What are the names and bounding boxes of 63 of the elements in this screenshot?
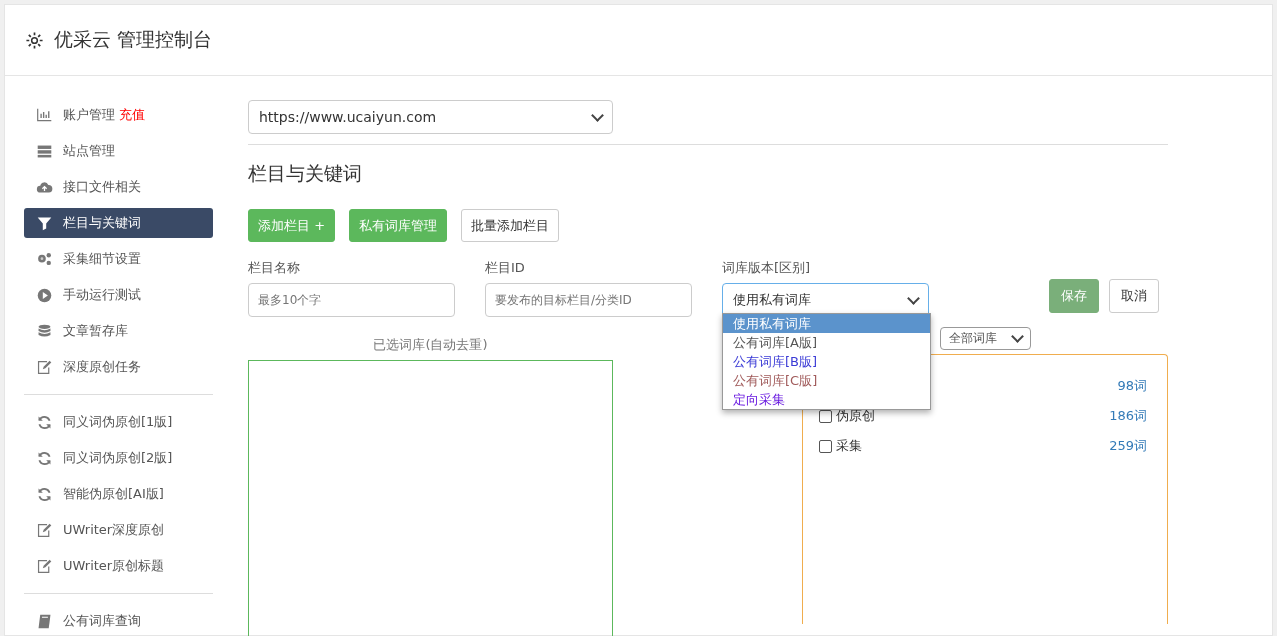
- field-label: 栏目ID: [485, 259, 526, 277]
- edit-icon: [36, 358, 53, 376]
- sidebar-item[interactable]: 手动运行测试: [24, 280, 213, 310]
- sidebar-item[interactable]: 智能伪原创[AI版]: [24, 479, 213, 509]
- item-label: UWriter原创标题: [63, 557, 165, 575]
- sidebar-item[interactable]: 站点管理: [24, 136, 213, 166]
- panel-label: 已选词库(自动去重): [373, 336, 488, 354]
- recharge-link[interactable]: 充值: [119, 106, 145, 124]
- refresh-icon: [36, 449, 53, 467]
- item-label: 站点管理: [63, 142, 115, 160]
- sidebar-item[interactable]: 公有词库查询: [24, 606, 213, 636]
- library-name: 伪原创: [836, 407, 875, 425]
- item-label: 同义词伪原创[2版]: [63, 449, 173, 467]
- id-input-field[interactable]: 要发布的目标栏目/分类ID: [485, 283, 692, 317]
- database-icon: [36, 322, 53, 340]
- item-label: 账户管理: [63, 106, 115, 124]
- field-label: 栏目名称: [248, 259, 301, 277]
- word-count: 186词: [1109, 407, 1147, 425]
- item-label: 文章暂存库: [63, 322, 128, 340]
- refresh-icon: [36, 413, 53, 431]
- checkbox[interactable]: [819, 409, 832, 423]
- item-label: 采集细节设置: [63, 250, 141, 268]
- item-label: 公有词库查询: [63, 612, 141, 630]
- book-icon: [36, 612, 53, 630]
- settings-icon: [25, 30, 44, 50]
- sidebar-item[interactable]: 账户管理 充值: [24, 100, 213, 130]
- sidebar-item[interactable]: 同义词伪原创[1版]: [24, 407, 213, 437]
- refresh-icon: [36, 485, 53, 503]
- item-label: 同义词伪原创[1版]: [63, 413, 173, 431]
- name-input-field[interactable]: 最多10个字: [248, 283, 455, 317]
- sidebar-item[interactable]: 同义词伪原创[2版]: [24, 443, 213, 473]
- bar-chart-icon: [36, 106, 53, 124]
- library-filter-select[interactable]: 全部词库: [940, 327, 1031, 350]
- sidebar-item[interactable]: 接口文件相关: [24, 172, 213, 202]
- item-label: UWriter深度原创: [63, 521, 165, 539]
- action-button[interactable]: 批量添加栏目: [461, 209, 560, 242]
- section-heading: 栏目与关键词: [248, 161, 363, 186]
- edit-icon: [36, 557, 53, 575]
- play-icon: [36, 286, 53, 304]
- site-select[interactable]: https://www.ucaiyun.com: [248, 100, 613, 134]
- checkbox[interactable]: [819, 439, 832, 453]
- dropdown-option[interactable]: 定向采集: [723, 390, 930, 409]
- library-name: 采集: [836, 437, 862, 455]
- sidebar-item[interactable]: UWriter原创标题: [24, 551, 213, 581]
- dropdown-option[interactable]: 公有词库[C版]: [723, 371, 930, 390]
- item-label: 智能伪原创[AI版]: [63, 485, 164, 503]
- sidebar-item[interactable]: 文章暂存库: [24, 316, 213, 346]
- dropdown-option[interactable]: 公有词库[B版]: [723, 352, 930, 371]
- item-label: 手动运行测试: [63, 286, 141, 304]
- item-label: 接口文件相关: [63, 178, 141, 196]
- item-label: 栏目与关键词: [63, 214, 141, 232]
- sidebar-item[interactable]: 栏目与关键词: [24, 208, 213, 238]
- sidebar-item[interactable]: 深度原创任务: [24, 352, 213, 382]
- item-label: 深度原创任务: [63, 358, 141, 376]
- edit-icon: [36, 521, 53, 539]
- sidebar-item[interactable]: UWriter深度原创: [24, 515, 213, 545]
- sidebar-item[interactable]: 采集细节设置: [24, 244, 213, 274]
- dropdown-option[interactable]: 公有词库[A版]: [723, 333, 930, 352]
- field-label: 词库版本[区别]: [722, 259, 812, 277]
- word-count: 259词: [1109, 437, 1147, 455]
- app-title: 优采云 管理控制台: [54, 27, 213, 52]
- cancel-button[interactable]: 取消: [1109, 279, 1159, 313]
- word-count: 98词: [1117, 377, 1147, 395]
